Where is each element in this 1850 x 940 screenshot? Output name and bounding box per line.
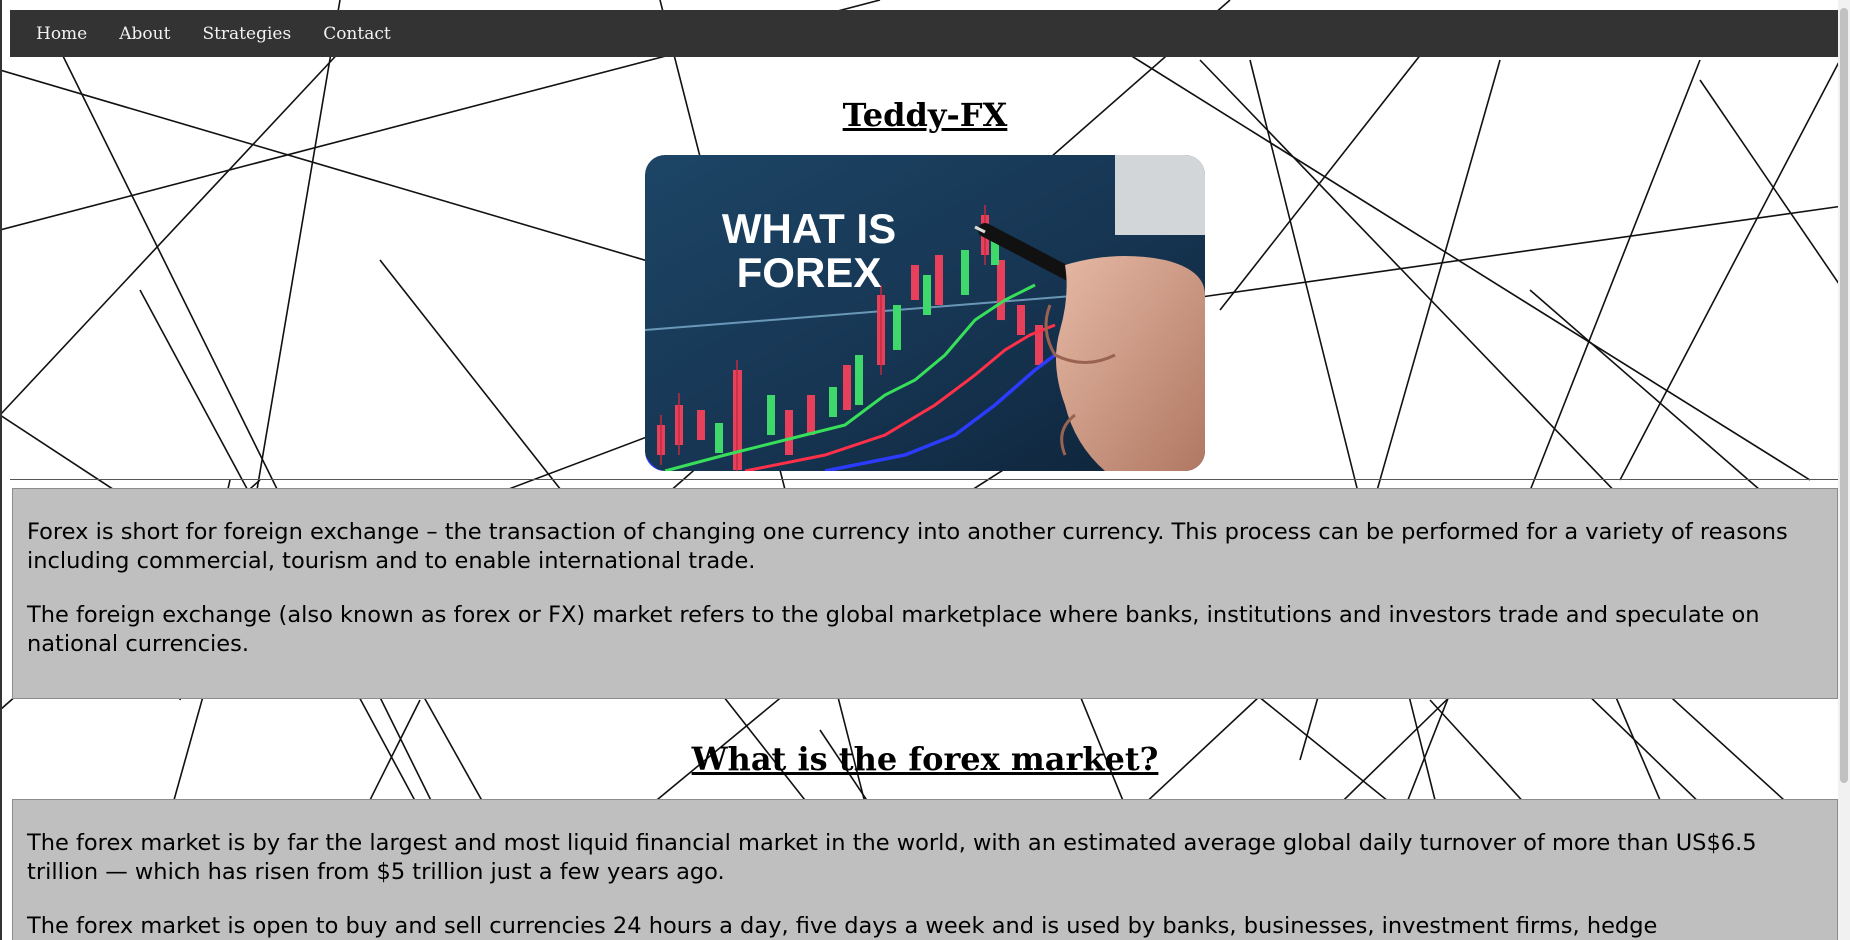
market-paragraph-1: The forex market is by far the largest a… xyxy=(27,830,1757,885)
page-content: Home About Strategies Contact Teddy-FX W… xyxy=(10,0,1840,940)
market-paragraph-2: The forex market is open to buy and sell… xyxy=(27,913,1658,939)
hero-heading-line1: WHAT IS xyxy=(722,205,896,252)
horizontal-divider xyxy=(10,479,1840,480)
forex-market-box: The forex market is by far the largest a… xyxy=(12,799,1838,940)
hero-heading-line2: FOREX xyxy=(737,249,882,296)
site-title: Teddy-FX xyxy=(842,96,1008,134)
section-heading-forex-market: What is the forex market? xyxy=(691,740,1159,778)
intro-box: Forex is short for foreign exchange – th… xyxy=(12,488,1838,699)
nav-about-link[interactable]: About xyxy=(103,24,186,44)
window-left-border xyxy=(0,0,2,940)
intro-paragraph-2: The foreign exchange (also known as fore… xyxy=(27,602,1760,657)
nav-home-link[interactable]: Home xyxy=(20,24,103,44)
hero-image: WHAT IS FOREX xyxy=(645,155,1205,471)
nav-strategies-link[interactable]: Strategies xyxy=(186,24,307,44)
intro-paragraph-1: Forex is short for foreign exchange – th… xyxy=(27,519,1788,574)
nav-contact-link[interactable]: Contact xyxy=(307,24,407,44)
scrollbar[interactable] xyxy=(1838,0,1850,940)
top-navbar: Home About Strategies Contact xyxy=(10,10,1840,57)
scrollbar-thumb[interactable] xyxy=(1840,8,1848,783)
